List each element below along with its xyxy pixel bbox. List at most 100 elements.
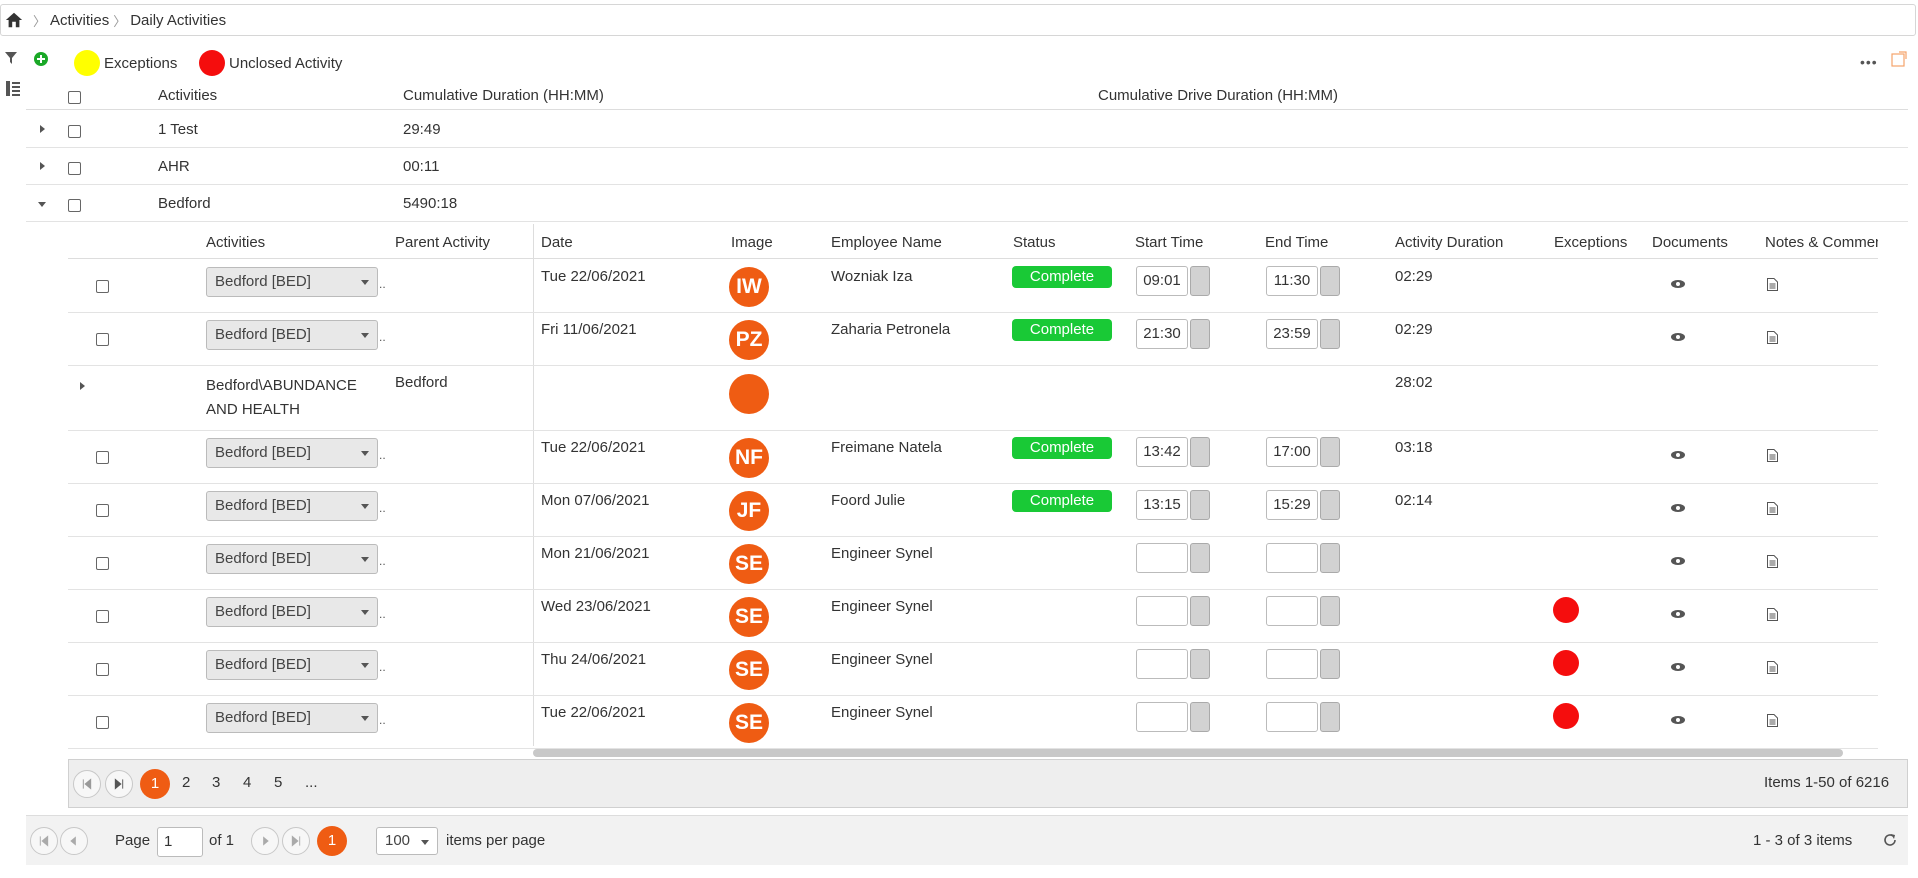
breadcrumb-item-activities[interactable]: Activities: [50, 12, 109, 29]
end-time-picker-button[interactable]: [1320, 437, 1340, 467]
activity-dropdown[interactable]: Bedford [BED]: [206, 438, 378, 468]
end-time-input[interactable]: 23:59: [1266, 319, 1318, 349]
header-activity-duration[interactable]: Activity Duration: [1395, 234, 1503, 251]
end-time-picker-button[interactable]: [1320, 649, 1340, 679]
row-checkbox[interactable]: [96, 504, 109, 517]
external-link-icon[interactable]: [1891, 51, 1907, 67]
first-page-icon[interactable]: [30, 827, 58, 855]
row-checkbox[interactable]: [96, 716, 109, 729]
start-time-input[interactable]: 21:30: [1136, 319, 1188, 349]
start-time-input[interactable]: [1136, 649, 1188, 679]
activity-dropdown[interactable]: Bedford [BED]: [206, 491, 378, 521]
last-page-icon[interactable]: [105, 770, 133, 798]
page-button[interactable]: 5: [274, 774, 282, 791]
row-checkbox[interactable]: [96, 557, 109, 570]
end-time-input[interactable]: 15:29: [1266, 490, 1318, 520]
end-time-input[interactable]: [1266, 543, 1318, 573]
start-time-picker-button[interactable]: [1190, 543, 1210, 573]
filter-icon[interactable]: [5, 52, 17, 64]
row-checkbox[interactable]: [96, 280, 109, 293]
header-employee-name[interactable]: Employee Name: [831, 234, 942, 251]
header-exceptions[interactable]: Exceptions: [1554, 234, 1627, 251]
previous-page-icon[interactable]: [60, 827, 88, 855]
notes-document-icon[interactable]: [1767, 449, 1778, 462]
horizontal-scrollbar[interactable]: [533, 749, 1843, 757]
start-time-picker-button[interactable]: [1190, 490, 1210, 520]
activity-dropdown[interactable]: Bedford [BED]: [206, 650, 378, 680]
header-image[interactable]: Image: [731, 234, 773, 251]
end-time-picker-button[interactable]: [1320, 266, 1340, 296]
header-end-time[interactable]: End Time: [1265, 234, 1328, 251]
page-button[interactable]: 3: [212, 774, 220, 791]
page-button-active[interactable]: 1: [140, 769, 170, 799]
activity-dropdown[interactable]: Bedford [BED]: [206, 267, 378, 297]
header-status[interactable]: Status: [1013, 234, 1056, 251]
start-time-picker-button[interactable]: [1190, 266, 1210, 296]
home-icon[interactable]: [5, 11, 23, 29]
start-time-input[interactable]: [1136, 543, 1188, 573]
start-time-input[interactable]: 13:42: [1136, 437, 1188, 467]
start-time-picker-button[interactable]: [1190, 319, 1210, 349]
end-time-input[interactable]: 17:00: [1266, 437, 1318, 467]
header-date[interactable]: Date: [541, 234, 573, 251]
end-time-picker-button[interactable]: [1320, 596, 1340, 626]
select-all-checkbox[interactable]: [68, 91, 81, 104]
row-checkbox[interactable]: [68, 199, 81, 212]
eye-icon[interactable]: [1671, 557, 1685, 565]
end-time-picker-button[interactable]: [1320, 543, 1340, 573]
eye-icon[interactable]: [1671, 663, 1685, 671]
page-button[interactable]: 4: [243, 774, 251, 791]
last-page-icon[interactable]: [282, 827, 310, 855]
add-icon[interactable]: [34, 52, 48, 66]
header-documents[interactable]: Documents: [1652, 234, 1728, 251]
eye-icon[interactable]: [1671, 610, 1685, 618]
header-cumulative-drive-duration[interactable]: Cumulative Drive Duration (HH:MM): [1098, 87, 1338, 104]
activity-dropdown[interactable]: Bedford [BED]: [206, 703, 378, 733]
more-options-icon[interactable]: •••: [1860, 54, 1878, 70]
refresh-icon[interactable]: [1882, 832, 1898, 848]
expand-icon[interactable]: [40, 162, 45, 170]
start-time-picker-button[interactable]: [1190, 437, 1210, 467]
end-time-picker-button[interactable]: [1320, 490, 1340, 520]
end-time-input[interactable]: 11:30: [1266, 266, 1318, 296]
column-chooser-icon[interactable]: [6, 81, 20, 96]
start-time-picker-button[interactable]: [1190, 649, 1210, 679]
row-checkbox[interactable]: [96, 610, 109, 623]
start-time-picker-button[interactable]: [1190, 596, 1210, 626]
activity-dropdown[interactable]: Bedford [BED]: [206, 320, 378, 350]
notes-document-icon[interactable]: [1767, 502, 1778, 515]
notes-document-icon[interactable]: [1767, 714, 1778, 727]
header-activities[interactable]: Activities: [158, 87, 217, 104]
start-time-input[interactable]: [1136, 596, 1188, 626]
start-time-input[interactable]: 09:01: [1136, 266, 1188, 296]
notes-document-icon[interactable]: [1767, 331, 1778, 344]
notes-document-icon[interactable]: [1767, 608, 1778, 621]
page-number-input[interactable]: 1: [157, 827, 203, 857]
start-time-picker-button[interactable]: [1190, 702, 1210, 732]
eye-icon[interactable]: [1671, 280, 1685, 288]
exception-indicator-icon[interactable]: [1553, 650, 1579, 676]
row-checkbox[interactable]: [68, 162, 81, 175]
expand-icon[interactable]: [40, 125, 45, 133]
items-per-page-select[interactable]: 100: [376, 827, 438, 855]
exception-indicator-icon[interactable]: [1553, 703, 1579, 729]
notes-document-icon[interactable]: [1767, 661, 1778, 674]
exception-indicator-icon[interactable]: [1553, 597, 1579, 623]
row-checkbox[interactable]: [96, 451, 109, 464]
header-activities[interactable]: Activities: [206, 234, 265, 251]
row-checkbox[interactable]: [68, 125, 81, 138]
end-time-input[interactable]: [1266, 702, 1318, 732]
expand-icon[interactable]: [80, 382, 85, 390]
eye-icon[interactable]: [1671, 716, 1685, 724]
end-time-picker-button[interactable]: [1320, 319, 1340, 349]
activity-dropdown[interactable]: Bedford [BED]: [206, 544, 378, 574]
eye-icon[interactable]: [1671, 504, 1685, 512]
collapse-icon[interactable]: [38, 202, 46, 207]
row-checkbox[interactable]: [96, 663, 109, 676]
notes-document-icon[interactable]: [1767, 555, 1778, 568]
eye-icon[interactable]: [1671, 451, 1685, 459]
header-start-time[interactable]: Start Time: [1135, 234, 1203, 251]
header-notes-comments[interactable]: Notes & Comment: [1765, 234, 1878, 251]
notes-document-icon[interactable]: [1767, 278, 1778, 291]
header-parent-activity[interactable]: Parent Activity: [395, 234, 490, 251]
